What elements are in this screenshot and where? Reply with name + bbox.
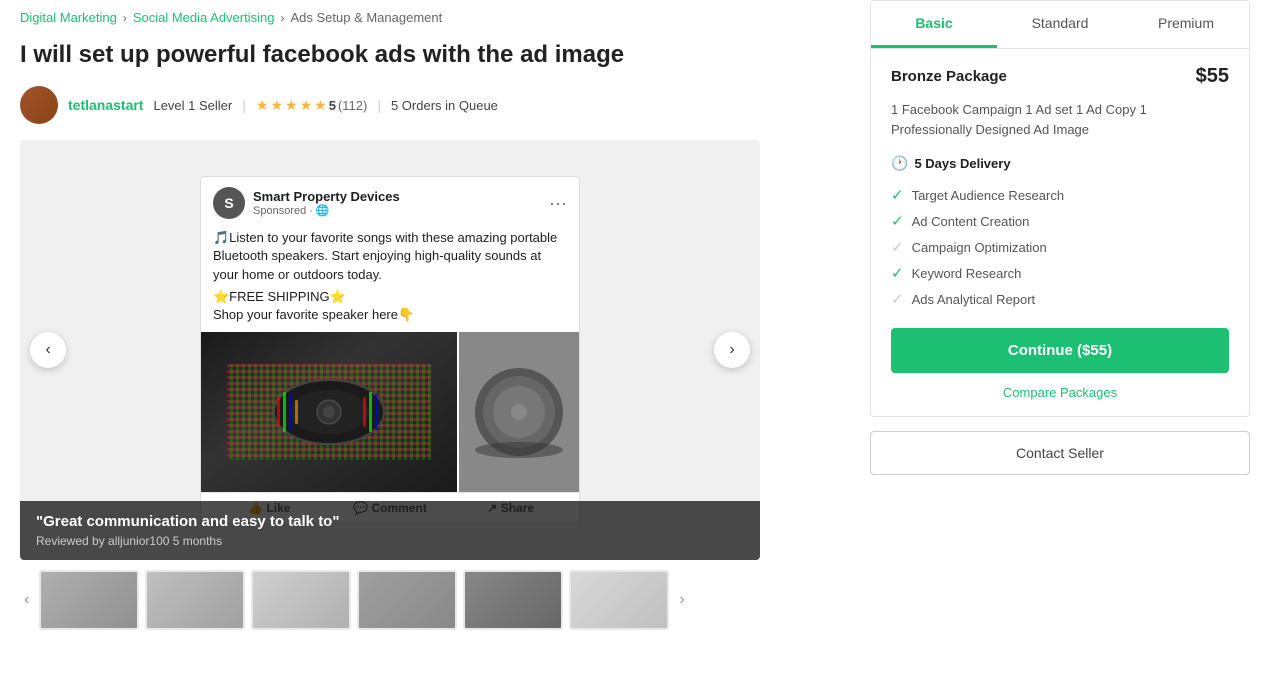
globe-icon: 🌐 xyxy=(316,204,330,217)
breadcrumb-social-media[interactable]: Social Media Advertising xyxy=(133,10,275,25)
breadcrumb: Digital Marketing › Social Media Adverti… xyxy=(20,10,830,25)
fb-header: S Smart Property Devices Sponsored · 🌐 ·… xyxy=(201,177,579,229)
tab-premium[interactable]: Premium xyxy=(1123,1,1249,48)
feature-ads-report: ✓ Ads Analytical Report xyxy=(891,290,1229,308)
echo-image xyxy=(459,332,579,492)
tab-standard[interactable]: Standard xyxy=(997,1,1123,48)
check-included-icon: ✓ xyxy=(891,186,904,204)
prev-image-button[interactable]: ‹ xyxy=(30,332,66,368)
fb-page-logo: S xyxy=(213,187,245,219)
feature-ad-content: ✓ Ad Content Creation xyxy=(891,212,1229,230)
thumbnail-5[interactable] xyxy=(463,570,563,630)
star-rating: ★ ★ ★ ★ ★ 5 (112) xyxy=(256,97,367,114)
avatar[interactable] xyxy=(20,86,58,124)
main-image-area: S Smart Property Devices Sponsored · 🌐 ·… xyxy=(20,140,760,560)
feature-keyword-research: ✓ Keyword Research xyxy=(891,264,1229,282)
feature-label: Ads Analytical Report xyxy=(912,292,1036,307)
speaker-image xyxy=(201,332,457,492)
gig-title: I will set up powerful facebook ads with… xyxy=(20,39,720,70)
star-2: ★ xyxy=(270,97,283,114)
review-text: "Great communication and easy to talk to… xyxy=(36,513,744,530)
seller-name[interactable]: tetlanastart xyxy=(68,97,143,113)
package-name: Bronze Package xyxy=(891,68,1007,85)
review-overlay: "Great communication and easy to talk to… xyxy=(20,501,760,560)
thumbnail-1[interactable] xyxy=(39,570,139,630)
continue-button[interactable]: Continue ($55) xyxy=(891,328,1229,373)
check-excluded-icon: ✓ xyxy=(891,290,904,308)
feature-campaign-optimization: ✓ Campaign Optimization xyxy=(891,238,1229,256)
package-price: $55 xyxy=(1196,65,1229,88)
star-3: ★ xyxy=(285,97,298,114)
fb-page-info: Smart Property Devices Sponsored · 🌐 xyxy=(253,189,541,217)
thumbnail-4[interactable] xyxy=(357,570,457,630)
review-meta: Reviewed by alljunior100 5 months xyxy=(36,534,744,548)
next-image-button[interactable]: › xyxy=(714,332,750,368)
star-4: ★ xyxy=(300,97,313,114)
breadcrumb-sep-1: › xyxy=(123,11,127,25)
package-delivery: 🕐 5 Days Delivery xyxy=(891,155,1229,172)
fb-main-product: SMARTPROPERTY DEVICES LED Bluetooth Spea… xyxy=(201,332,457,492)
tab-basic[interactable]: Basic xyxy=(871,1,997,48)
fb-cta2: Shop your favorite speaker here👇 xyxy=(213,306,567,324)
right-panel: Basic Standard Premium Bronze Package $5… xyxy=(850,0,1250,687)
seller-level: Level 1 Seller xyxy=(153,98,232,113)
check-included-icon: ✓ xyxy=(891,264,904,282)
divider-1: | xyxy=(242,97,246,113)
fb-card: S Smart Property Devices Sponsored · 🌐 ·… xyxy=(200,176,580,524)
fb-more-icon[interactable]: ··· xyxy=(549,193,567,214)
features-list: ✓ Target Audience Research ✓ Ad Content … xyxy=(891,186,1229,308)
package-card: Basic Standard Premium Bronze Package $5… xyxy=(870,0,1250,417)
thumbnail-2[interactable] xyxy=(145,570,245,630)
delivery-text: 5 Days Delivery xyxy=(914,156,1010,171)
package-header: Bronze Package $55 xyxy=(891,65,1229,88)
thumbnail-3[interactable] xyxy=(251,570,351,630)
star-1: ★ xyxy=(256,97,269,114)
check-included-icon: ✓ xyxy=(891,212,904,230)
feature-label: Ad Content Creation xyxy=(912,214,1030,229)
package-description: 1 Facebook Campaign 1 Ad set 1 Ad Copy 1… xyxy=(891,100,1229,139)
fb-page-name: Smart Property Devices xyxy=(253,189,541,204)
thumb-next-button[interactable]: › xyxy=(675,587,688,613)
fb-small-product: SMARTPROP Amazon Echo Smart Speaker Lear… xyxy=(459,332,579,492)
feature-label: Target Audience Research xyxy=(912,188,1064,203)
check-excluded-icon: ✓ xyxy=(891,238,904,256)
contact-seller-button[interactable]: Contact Seller xyxy=(870,431,1250,475)
rating-number: 5 xyxy=(329,98,336,113)
breadcrumb-sep-2: › xyxy=(280,11,284,25)
package-tabs: Basic Standard Premium xyxy=(871,1,1249,49)
thumb-prev-button[interactable]: ‹ xyxy=(20,587,33,613)
breadcrumb-current: Ads Setup & Management xyxy=(290,10,442,25)
package-content: Bronze Package $55 1 Facebook Campaign 1… xyxy=(871,49,1249,416)
review-count[interactable]: (112) xyxy=(338,98,367,113)
fb-product-images: SMARTPROPERTY DEVICES LED Bluetooth Spea… xyxy=(201,332,579,492)
feature-target-audience: ✓ Target Audience Research xyxy=(891,186,1229,204)
thumbnail-strip: ‹ › xyxy=(20,570,830,630)
star-5: ★ xyxy=(314,97,327,114)
breadcrumb-digital-marketing[interactable]: Digital Marketing xyxy=(20,10,117,25)
divider-2: | xyxy=(377,97,381,113)
feature-label: Keyword Research xyxy=(912,266,1022,281)
thumbnail-6[interactable] xyxy=(569,570,669,630)
clock-icon: 🕐 xyxy=(891,155,908,172)
fb-body-text: 🎵Listen to your favorite songs with thes… xyxy=(201,229,579,332)
fb-cta1: ⭐FREE SHIPPING⭐ xyxy=(213,288,567,306)
fb-ad-mockup: S Smart Property Devices Sponsored · 🌐 ·… xyxy=(20,140,760,560)
compare-packages-link[interactable]: Compare Packages xyxy=(891,385,1229,400)
feature-label: Campaign Optimization xyxy=(912,240,1047,255)
orders-queue: 5 Orders in Queue xyxy=(391,98,498,113)
fb-sponsored: Sponsored · 🌐 xyxy=(253,204,541,217)
seller-info: tetlanastart Level 1 Seller | ★ ★ ★ ★ ★ … xyxy=(20,86,830,124)
